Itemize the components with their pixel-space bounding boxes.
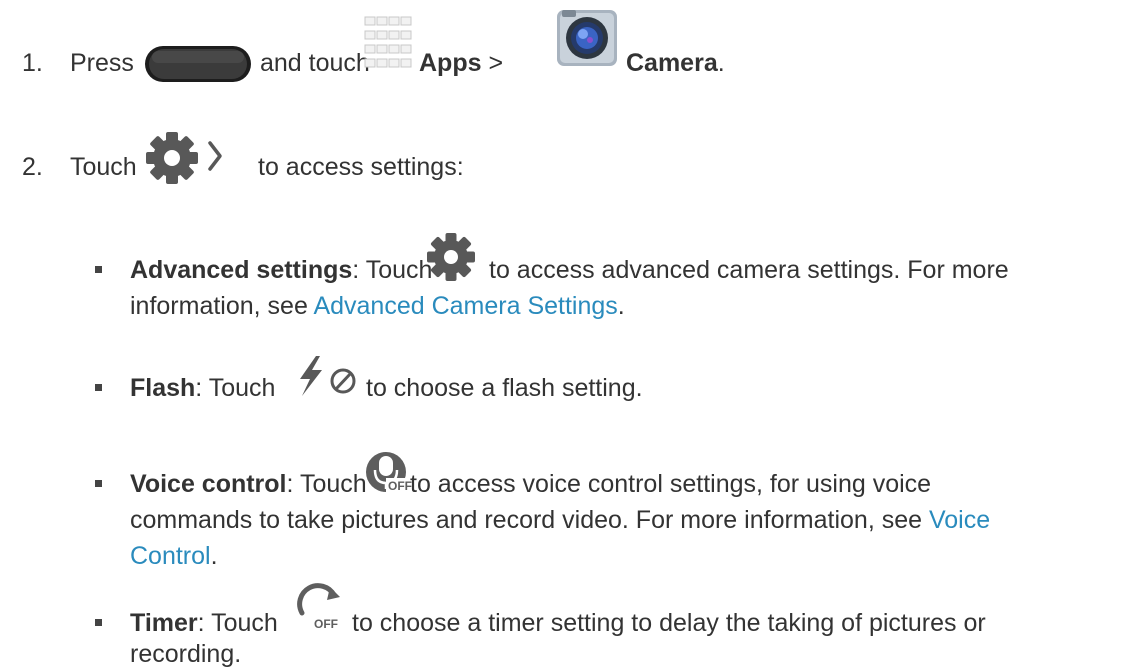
voice-control-desc: to access voice control settings, for us… bbox=[410, 470, 932, 498]
gear-icon bbox=[419, 228, 483, 286]
gear-chevron-icon bbox=[140, 126, 260, 186]
flash-desc: to choose a flash setting. bbox=[366, 374, 643, 402]
timer-desc: to choose a timer setting to delay the t… bbox=[352, 609, 986, 637]
bullet bbox=[95, 619, 102, 626]
step-number: 1. bbox=[22, 49, 43, 77]
timer-line-1: Timer: Touch bbox=[130, 609, 278, 637]
svg-text:OFF: OFF bbox=[314, 617, 338, 631]
voice-control-line-3: Control. bbox=[130, 542, 218, 570]
camera-app-icon bbox=[556, 6, 618, 68]
svg-text:OFF: OFF bbox=[388, 479, 412, 493]
flash-line: Flash: Touch bbox=[130, 374, 276, 402]
timer-off-icon: OFF bbox=[294, 583, 352, 633]
voice-control-off-icon: OFF bbox=[364, 448, 412, 498]
advanced-settings-line-2: information, see Advanced Camera Setting… bbox=[130, 292, 625, 320]
flash-off-icon bbox=[294, 352, 364, 402]
bullet bbox=[95, 480, 102, 487]
advanced-settings-line-1: Advanced settings: Touch bbox=[130, 256, 433, 284]
apps-grid-icon bbox=[363, 14, 413, 76]
step-1-text: Press bbox=[70, 49, 134, 77]
voice-control-link[interactable]: Voice bbox=[929, 506, 990, 534]
timer-line-2: recording. bbox=[130, 640, 242, 668]
step-number: 2. bbox=[22, 153, 43, 181]
apps-label: Apps > bbox=[419, 49, 504, 77]
home-button-icon bbox=[144, 42, 252, 86]
bullet bbox=[95, 384, 102, 391]
camera-label: Camera. bbox=[626, 49, 725, 77]
step-1: 1. bbox=[22, 47, 43, 79]
voice-control-line-2: commands to take pictures and record vid… bbox=[130, 506, 991, 534]
bullet bbox=[95, 266, 102, 273]
step-2-touch: Touch bbox=[70, 153, 137, 181]
and-touch-text: and touch bbox=[260, 49, 370, 77]
voice-control-line-1: Voice control: Touch bbox=[130, 470, 367, 498]
advanced-camera-settings-link[interactable]: Advanced Camera Settings bbox=[313, 292, 617, 320]
step-2-rest: to access settings: bbox=[258, 153, 464, 181]
step-2: 2. bbox=[22, 151, 43, 183]
voice-control-link-cont[interactable]: Control bbox=[130, 542, 211, 570]
advanced-settings-desc: to access advanced camera settings. For … bbox=[489, 256, 1009, 284]
